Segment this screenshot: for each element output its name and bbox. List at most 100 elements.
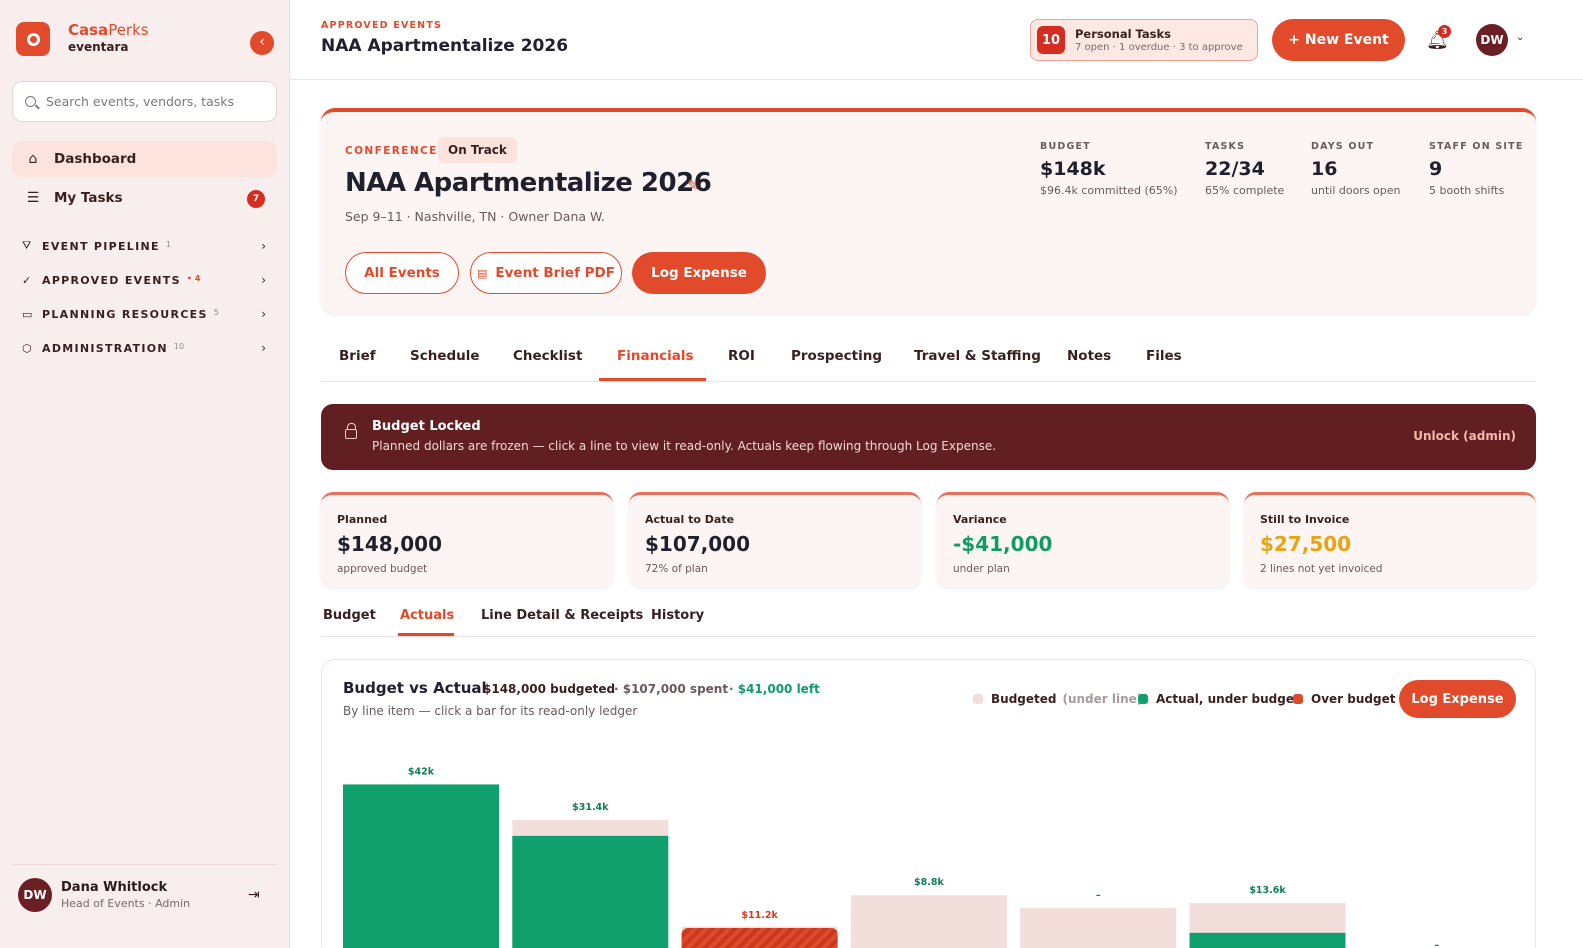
stat-budget: BUDGET $148k $96.4k committed (65%) xyxy=(1040,141,1178,197)
event-summary-card: CONFERENCE On Track NAA Apartmentalize 2… xyxy=(321,108,1536,314)
event-tabs: Brief Schedule Checklist Financials ROI … xyxy=(321,338,1536,382)
stat-label: STAFF ON SITE xyxy=(1429,141,1524,152)
search-box[interactable] xyxy=(12,81,277,122)
subtab-actuals[interactable]: Actuals xyxy=(400,608,454,623)
logo-icon xyxy=(16,22,50,56)
event-brief-pdf-button[interactable]: ▤ Event Brief PDF xyxy=(470,252,622,294)
user-profile[interactable]: DW Dana Whitlock Head of Events · Admin xyxy=(18,878,190,912)
log-expense-button[interactable]: Log Expense xyxy=(632,252,766,294)
search-icon xyxy=(25,96,36,107)
personal-tasks-button[interactable]: 10 Personal Tasks 7 open · 1 overdue · 3… xyxy=(1030,19,1258,61)
actual-bar[interactable] xyxy=(343,784,499,948)
filter-icon: ⛛ xyxy=(22,239,32,252)
tab-financials[interactable]: Financials xyxy=(617,348,694,364)
stat-label: TASKS xyxy=(1205,141,1246,152)
actual-bar[interactable] xyxy=(512,835,669,948)
kpi-actual: Actual to Date $107,000 72% of plan xyxy=(629,492,921,588)
checklist-icon: ☰ xyxy=(26,190,40,206)
kpi-sub: under plan xyxy=(953,563,1010,575)
tab-schedule[interactable]: Schedule xyxy=(410,348,480,364)
tab-checklist[interactable]: Checklist xyxy=(513,348,582,364)
stat-label: DAYS OUT xyxy=(1311,141,1375,152)
search-input[interactable] xyxy=(46,94,261,109)
chevron-right-icon: › xyxy=(261,239,266,253)
budget-locked-banner: Budget Locked Planned dollars are frozen… xyxy=(321,404,1536,470)
nav-dashboard[interactable]: ⌂ Dashboard xyxy=(12,141,277,177)
stat-value: 16 xyxy=(1311,158,1338,180)
actual-bar[interactable] xyxy=(1189,932,1346,948)
nav-label: Dashboard xyxy=(54,151,137,167)
bar-value-label: $11.2k xyxy=(741,910,778,921)
tab-notes[interactable]: Notes xyxy=(1067,348,1111,364)
banner-title: Budget Locked xyxy=(372,419,481,434)
kpi-still-to-invoice: Still to Invoice $27,500 2 lines not yet… xyxy=(1244,492,1536,588)
active-tab-indicator xyxy=(599,378,706,381)
section-administration[interactable]: ⬡ ADMINISTRATION 10 › xyxy=(22,338,272,358)
avatar: DW xyxy=(18,878,52,912)
section-title: APPROVED EVENTS xyxy=(42,273,181,287)
brand[interactable]: CasaPerks eventara xyxy=(16,22,149,56)
tab-travel-staffing[interactable]: Travel & Staffing xyxy=(914,348,1041,364)
bar-chart: $42k $31.4k $11.2k $8.8k – $13.6k – xyxy=(343,766,1439,948)
stat-staff: STAFF ON SITE 9 5 booth shifts xyxy=(1429,141,1524,197)
nav-label: My Tasks xyxy=(54,190,123,206)
kpi-value: -$41,000 xyxy=(953,532,1053,556)
bar-value-label: $8.8k xyxy=(914,877,944,888)
stat-value: $148k xyxy=(1040,158,1106,180)
document-icon: ▤ xyxy=(477,266,488,280)
subtab-budget[interactable]: Budget xyxy=(323,608,376,623)
banner-text: Planned dollars are frozen — click a lin… xyxy=(372,439,997,453)
over-budget-bar[interactable] xyxy=(681,928,838,948)
section-planning-resources[interactable]: ▭ PLANNING RESOURCES 5 › xyxy=(22,304,272,324)
financial-subtabs: Budget Actuals Line Detail & Receipts Hi… xyxy=(321,598,1536,637)
kpi-sub: approved budget xyxy=(337,563,428,575)
event-title: NAA Apartmentalize 2026 xyxy=(345,168,712,198)
all-events-button[interactable]: All Events xyxy=(345,252,459,294)
bar-value-label: $42k xyxy=(408,766,435,777)
stat-sub: 65% complete xyxy=(1205,184,1285,197)
tab-brief[interactable]: Brief xyxy=(339,348,376,364)
page-title: NAA Apartmentalize 2026 xyxy=(321,36,569,56)
section-approved-events[interactable]: ✓ APPROVED EVENTS • 4 › xyxy=(22,270,272,290)
tab-files[interactable]: Files xyxy=(1146,348,1182,364)
section-event-pipeline[interactable]: ⛛ EVENT PIPELINE 1 › xyxy=(22,236,272,256)
new-event-button[interactable]: + New Event xyxy=(1272,19,1405,61)
section-count: 5 xyxy=(213,308,219,317)
budget-bar[interactable] xyxy=(850,895,1007,948)
collapse-sidebar-button[interactable]: ‹ xyxy=(250,31,274,55)
stat-sub: until doors open xyxy=(1311,184,1401,197)
personal-tasks-title: Personal Tasks xyxy=(1075,27,1171,41)
notification-badge: 3 xyxy=(1438,25,1451,38)
kpi-label: Still to Invoice xyxy=(1260,513,1350,526)
personal-tasks-summary: 7 open · 1 overdue · 3 to approve xyxy=(1075,42,1243,53)
lock-icon xyxy=(345,423,357,439)
home-icon: ⌂ xyxy=(28,151,38,167)
unlock-admin-link[interactable]: Unlock (admin) xyxy=(1413,429,1516,443)
user-role: Head of Events · Admin xyxy=(61,897,191,910)
active-subtab-indicator xyxy=(398,633,454,636)
section-title: PLANNING RESOURCES xyxy=(42,307,208,321)
kpi-planned: Planned $148,000 approved budget xyxy=(321,492,613,588)
tasks-count-badge: 7 xyxy=(247,190,265,208)
stat-days-out: DAYS OUT 16 until doors open xyxy=(1311,141,1401,197)
tab-prospecting[interactable]: Prospecting xyxy=(791,348,882,364)
breadcrumb[interactable]: APPROVED EVENTS xyxy=(321,20,442,31)
kpi-value: $107,000 xyxy=(645,532,751,556)
nav-my-tasks[interactable]: ☰ My Tasks 7 xyxy=(12,180,277,216)
edit-pencil-icon[interactable]: ✎ xyxy=(687,178,699,194)
kpi-label: Actual to Date xyxy=(645,513,735,526)
subtab-line-detail[interactable]: Line Detail & Receipts xyxy=(481,608,643,623)
account-avatar[interactable]: DW xyxy=(1476,24,1508,56)
bar-value-label: $31.4k xyxy=(572,802,609,813)
chevron-down-icon[interactable]: ⌄ xyxy=(1516,32,1524,43)
subtab-history[interactable]: History xyxy=(651,608,704,623)
budget-bar[interactable] xyxy=(1020,907,1177,948)
shield-icon: ⬡ xyxy=(22,341,32,355)
stat-value: 9 xyxy=(1429,158,1443,180)
stat-sub: 5 booth shifts xyxy=(1429,184,1505,197)
tab-roi[interactable]: ROI xyxy=(728,348,755,364)
button-label: Event Brief PDF xyxy=(495,265,615,281)
budget-vs-actual-card: Budget vs Actual $148,000 budgeted · $10… xyxy=(321,659,1536,948)
brand-name: CasaPerks xyxy=(68,21,149,39)
logout-icon[interactable]: ⇥ xyxy=(248,887,260,903)
